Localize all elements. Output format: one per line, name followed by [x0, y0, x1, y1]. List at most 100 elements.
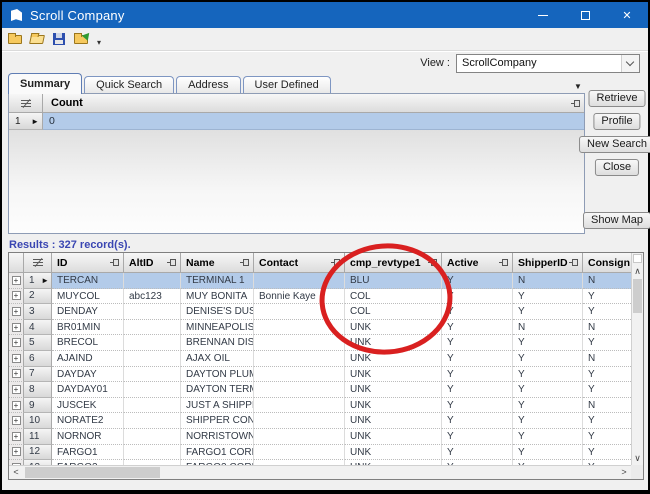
- tab-summary[interactable]: Summary: [8, 73, 82, 94]
- expand-row-icon[interactable]: +: [12, 338, 21, 347]
- save-icon[interactable]: [51, 31, 69, 47]
- cell-consign: Y: [583, 445, 631, 461]
- tab-user-defined[interactable]: User Defined: [243, 76, 331, 94]
- column-pin-icon[interactable]: [240, 258, 249, 266]
- table-row[interactable]: + 1► TERCAN TERMINAL 1 BLU Y N N: [9, 273, 631, 289]
- expand-row-icon[interactable]: +: [12, 354, 21, 363]
- vertical-scrollbar[interactable]: ∧ ∨: [631, 253, 643, 465]
- results-grid-corner-cell[interactable]: [24, 253, 52, 273]
- cell-active: Y: [442, 320, 513, 336]
- column-header-id[interactable]: ID: [52, 253, 124, 273]
- maximize-button[interactable]: [564, 2, 606, 28]
- row-header[interactable]: 9►: [24, 398, 52, 414]
- table-row[interactable]: + 5► BRECOL BRENNAN DIST... UNK Y Y Y: [9, 335, 631, 351]
- expand-row-icon[interactable]: +: [12, 401, 21, 410]
- table-row[interactable]: + 2► MUYCOL abc123 MUY BONITA Bonnie Kay…: [9, 289, 631, 305]
- expand-row-icon[interactable]: +: [12, 307, 21, 316]
- scroll-up-arrow-icon[interactable]: ∧: [632, 265, 643, 278]
- export-folder-icon[interactable]: [73, 31, 91, 47]
- filter-icon: [33, 258, 43, 267]
- tab-overflow-dropdown[interactable]: ▼: [574, 82, 582, 91]
- expand-row-icon[interactable]: +: [12, 385, 21, 394]
- column-header-shipperid[interactable]: ShipperID: [513, 253, 583, 273]
- retrieve-button[interactable]: Retrieve: [589, 90, 646, 107]
- minimize-button[interactable]: [522, 2, 564, 28]
- cell-consign: Y: [583, 335, 631, 351]
- column-pin-icon[interactable]: [569, 258, 578, 266]
- column-header-altid[interactable]: AltID: [124, 253, 181, 273]
- toolbar-options-caret[interactable]: ▾: [97, 38, 101, 47]
- scroll-left-arrow-icon[interactable]: <: [9, 466, 23, 479]
- cell-cmp-revtype1: UNK: [345, 413, 442, 429]
- scrollbar-corner-box: [633, 254, 642, 263]
- window-title: Scroll Company: [30, 8, 125, 23]
- summary-count-column-header[interactable]: Count: [43, 94, 584, 113]
- row-header[interactable]: 3►: [24, 304, 52, 320]
- expand-row-icon[interactable]: +: [12, 416, 21, 425]
- summary-count-value: 0: [43, 113, 584, 130]
- expand-row-icon[interactable]: +: [12, 432, 21, 441]
- table-row[interactable]: + 7► DAYDAY DAYTON PLUM... UNK Y Y Y: [9, 367, 631, 383]
- cell-altid: [124, 320, 181, 336]
- horizontal-scrollbar[interactable]: < >: [9, 465, 631, 479]
- table-row[interactable]: + 11► NORNOR NORRISTOWN,... UNK Y Y Y: [9, 429, 631, 445]
- row-header[interactable]: 1►: [24, 273, 52, 289]
- open-folder-icon[interactable]: [29, 31, 47, 47]
- column-header-cmp-revtype1[interactable]: cmp_revtype1: [345, 253, 442, 273]
- row-header[interactable]: 10►: [24, 413, 52, 429]
- cell-id: DAYDAY01: [52, 382, 124, 398]
- scroll-down-arrow-icon[interactable]: ∨: [632, 452, 643, 465]
- column-header-contact[interactable]: Contact: [254, 253, 345, 273]
- table-row[interactable]: + 4► BR01MIN MINNEAPOLIS... UNK Y N N: [9, 320, 631, 336]
- column-pin-icon[interactable]: [331, 258, 340, 266]
- table-row[interactable]: + 6► AJAIND AJAX OIL UNK Y Y N: [9, 351, 631, 367]
- table-row[interactable]: + 3► DENDAY DENISE'S DUST... COL Y Y Y: [9, 304, 631, 320]
- column-pin-icon[interactable]: [167, 258, 176, 266]
- vertical-scrollbar-thumb[interactable]: [633, 279, 642, 313]
- tab-quick-search[interactable]: Quick Search: [84, 76, 174, 94]
- profile-button[interactable]: Profile: [593, 113, 640, 130]
- row-header[interactable]: 7►: [24, 367, 52, 383]
- column-header-consign[interactable]: Consign: [583, 253, 631, 273]
- cell-id: JUSCEK: [52, 398, 124, 414]
- show-map-button[interactable]: Show Map: [583, 212, 650, 229]
- cell-contact: [254, 335, 345, 351]
- tab-address[interactable]: Address: [176, 76, 240, 94]
- view-select-dropdown-button[interactable]: [621, 55, 639, 72]
- scroll-right-arrow-icon[interactable]: >: [617, 466, 631, 479]
- new-search-button[interactable]: New Search: [579, 136, 650, 153]
- row-header[interactable]: 6►: [24, 351, 52, 367]
- close-search-button[interactable]: Close: [595, 159, 639, 176]
- column-pin-icon[interactable]: [499, 258, 508, 266]
- view-select[interactable]: ScrollCompany: [456, 54, 640, 73]
- cell-active: Y: [442, 429, 513, 445]
- new-folder-icon[interactable]: [7, 31, 25, 47]
- expand-row-icon[interactable]: +: [12, 323, 21, 332]
- expand-row-icon[interactable]: +: [12, 447, 21, 456]
- summary-grid-corner-cell[interactable]: [9, 94, 43, 113]
- column-header-name[interactable]: Name: [181, 253, 254, 273]
- row-header[interactable]: 4►: [24, 320, 52, 336]
- expand-row-icon[interactable]: +: [12, 291, 21, 300]
- table-row[interactable]: + 8► DAYDAY01 DAYTON TERMI... UNK Y Y Y: [9, 382, 631, 398]
- column-pin-icon[interactable]: [428, 258, 437, 266]
- expand-row-icon[interactable]: +: [12, 276, 21, 285]
- row-header[interactable]: 12►: [24, 445, 52, 461]
- title-bar: Scroll Company ✕: [2, 2, 648, 28]
- summary-grid-row[interactable]: 1 ► 0: [9, 113, 584, 130]
- expand-row-icon[interactable]: +: [12, 369, 21, 378]
- table-row[interactable]: + 10► NORATE2 SHIPPER CONSI... UNK Y Y Y: [9, 413, 631, 429]
- row-header[interactable]: 2►: [24, 289, 52, 305]
- table-row[interactable]: + 9► JUSCEK JUST A SHIPPER UNK Y Y N: [9, 398, 631, 414]
- row-header[interactable]: 8►: [24, 382, 52, 398]
- close-button[interactable]: ✕: [606, 2, 648, 28]
- row-header[interactable]: 11►: [24, 429, 52, 445]
- cell-active: Y: [442, 413, 513, 429]
- horizontal-scrollbar-thumb[interactable]: [25, 467, 160, 478]
- column-header-active[interactable]: Active: [442, 253, 513, 273]
- column-pin-icon[interactable]: [571, 99, 580, 107]
- cell-consign: Y: [583, 289, 631, 305]
- row-header[interactable]: 5►: [24, 335, 52, 351]
- table-row[interactable]: + 12► FARGO1 FARGO1 CORP UNK Y Y Y: [9, 445, 631, 461]
- column-pin-icon[interactable]: [110, 258, 119, 266]
